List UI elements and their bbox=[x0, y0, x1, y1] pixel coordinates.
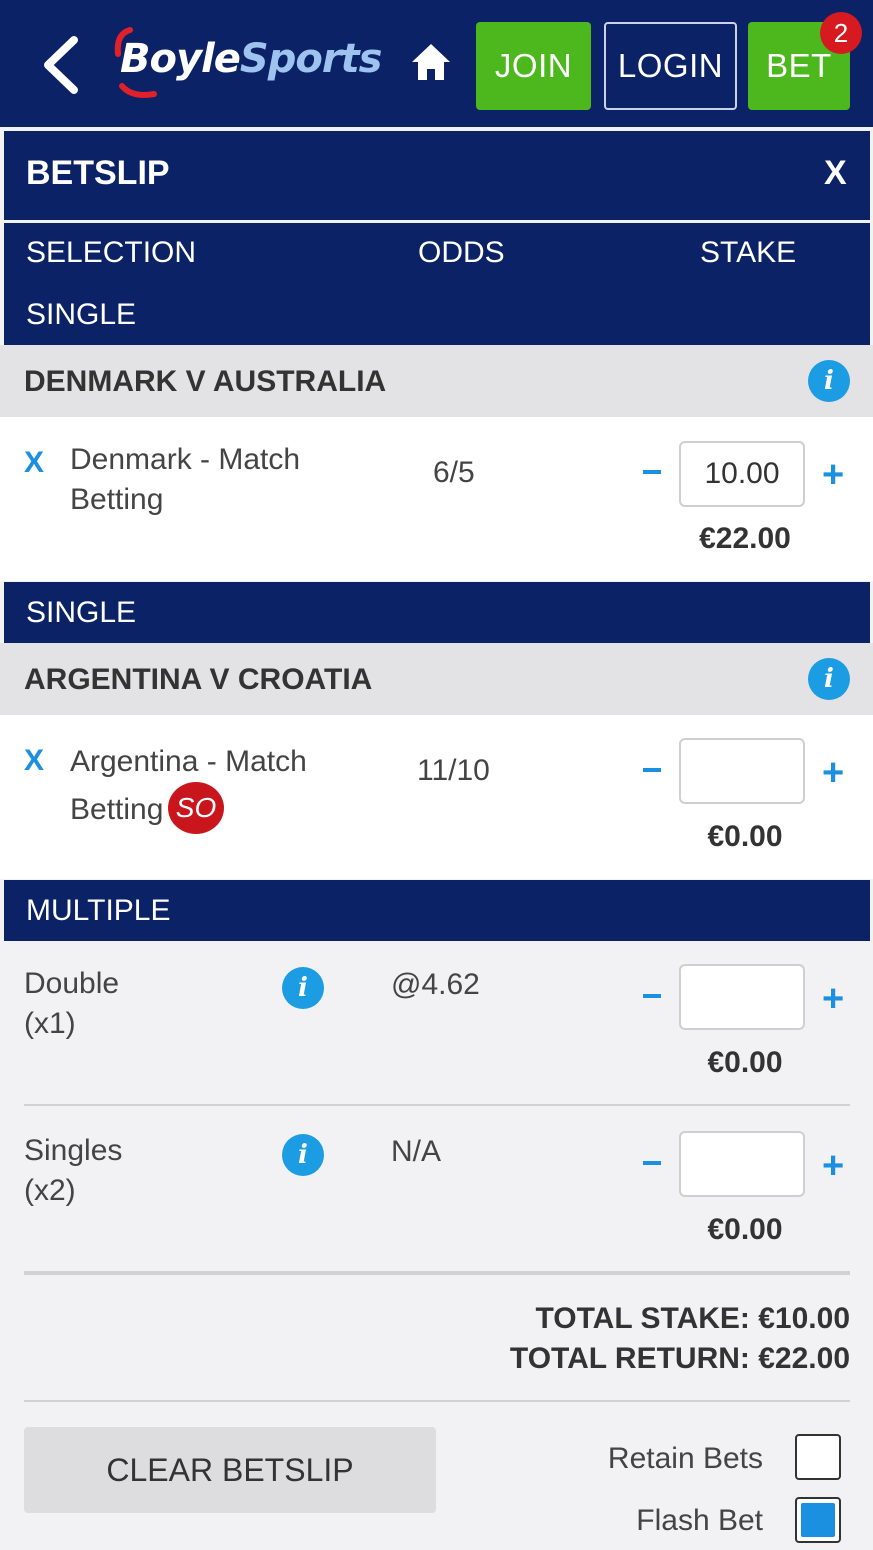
decrease-stake-button[interactable] bbox=[643, 1161, 661, 1165]
totals-divider bbox=[24, 1400, 850, 1402]
multiple-bet-name-line2: (x1) bbox=[24, 1007, 76, 1040]
column-stake: STAKE bbox=[700, 236, 797, 269]
stake-input[interactable]: 10.00 bbox=[679, 441, 805, 507]
home-icon[interactable] bbox=[410, 42, 452, 82]
remove-selection-button[interactable]: X bbox=[24, 446, 44, 480]
stake-input[interactable] bbox=[679, 1131, 805, 1197]
total-stake: TOTAL STAKE: €10.00 bbox=[535, 1302, 850, 1335]
bet-count-badge: 2 bbox=[820, 12, 862, 54]
multiple-odds: N/A bbox=[391, 1135, 442, 1168]
event-title: ARGENTINA V CROATIA bbox=[24, 663, 373, 696]
section-label-single: SINGLE bbox=[26, 596, 137, 629]
retain-bets-checkbox[interactable] bbox=[795, 1434, 841, 1480]
info-icon[interactable]: i bbox=[808, 360, 850, 402]
potential-return: €0.00 bbox=[707, 1213, 783, 1246]
retain-bets-label: Retain Bets bbox=[607, 1442, 763, 1475]
potential-return: €22.00 bbox=[699, 522, 791, 555]
close-betslip-button[interactable]: X bbox=[824, 154, 847, 193]
row-divider bbox=[24, 1104, 850, 1106]
logo-text-boyle: Boyle bbox=[120, 36, 241, 82]
selection-name-line1: Denmark - Match bbox=[70, 443, 301, 476]
flash-bet-label: Flash Bet bbox=[636, 1504, 763, 1537]
multiple-bet-name-line1: Double bbox=[24, 967, 120, 1000]
odds-value: 11/10 bbox=[417, 754, 490, 787]
flash-bet-checkbox[interactable] bbox=[795, 1497, 841, 1543]
multiple-bet-name-line2: (x2) bbox=[24, 1174, 76, 1207]
odds-value: 6/5 bbox=[433, 456, 475, 489]
back-arrow-icon[interactable] bbox=[36, 36, 86, 94]
betslip-title: BETSLIP bbox=[26, 154, 170, 192]
join-button[interactable]: JOIN bbox=[476, 22, 591, 110]
stake-input[interactable] bbox=[679, 738, 805, 804]
selection-name: Denmark - Match Betting bbox=[70, 440, 320, 520]
selection-name-line1: Argentina - Match bbox=[70, 745, 307, 778]
info-icon[interactable]: i bbox=[282, 967, 324, 1009]
column-selection: SELECTION bbox=[26, 236, 197, 269]
so-badge[interactable]: SO bbox=[168, 782, 224, 834]
row-divider bbox=[24, 1271, 850, 1275]
total-return: TOTAL RETURN: €22.00 bbox=[509, 1342, 850, 1375]
section-label-single: SINGLE bbox=[26, 298, 137, 331]
multiple-odds: @4.62 bbox=[391, 968, 480, 1001]
increase-stake-button[interactable]: + bbox=[822, 1147, 844, 1185]
clear-betslip-button[interactable]: CLEAR BETSLIP bbox=[24, 1427, 436, 1513]
login-button[interactable]: LOGIN bbox=[604, 22, 737, 110]
column-odds: ODDS bbox=[418, 236, 505, 269]
potential-return: €0.00 bbox=[707, 820, 783, 853]
multiple-bet-name: Singles (x2) bbox=[24, 1131, 122, 1211]
logo-text-sports: Sports bbox=[239, 36, 383, 82]
decrease-stake-button[interactable] bbox=[643, 768, 661, 772]
boylesports-logo[interactable]: BoyleSports bbox=[112, 24, 402, 100]
increase-stake-button[interactable]: + bbox=[822, 754, 844, 792]
section-label-multiple: MULTIPLE bbox=[26, 894, 171, 927]
potential-return: €0.00 bbox=[707, 1046, 783, 1079]
info-icon[interactable]: i bbox=[808, 658, 850, 700]
stake-input[interactable] bbox=[679, 964, 805, 1030]
decrease-stake-button[interactable] bbox=[643, 470, 661, 474]
event-title: DENMARK V AUSTRALIA bbox=[24, 365, 387, 398]
decrease-stake-button[interactable] bbox=[643, 994, 661, 998]
increase-stake-button[interactable]: + bbox=[822, 456, 844, 494]
selection-name-line2: Betting bbox=[70, 483, 164, 516]
multiple-bet-name-line1: Singles bbox=[24, 1134, 123, 1167]
multiple-bet-name: Double (x1) bbox=[24, 964, 119, 1044]
info-icon[interactable]: i bbox=[282, 1134, 324, 1176]
increase-stake-button[interactable]: + bbox=[822, 980, 844, 1018]
remove-selection-button[interactable]: X bbox=[24, 744, 44, 778]
